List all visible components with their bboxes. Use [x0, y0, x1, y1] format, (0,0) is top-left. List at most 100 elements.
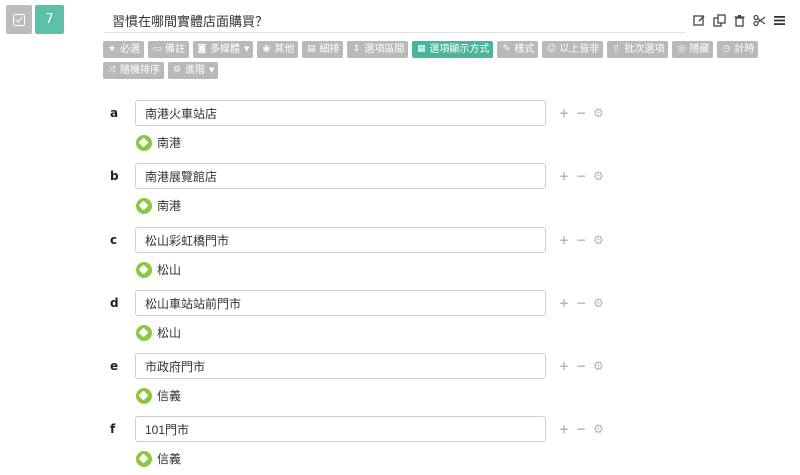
tag-icon — [136, 261, 152, 278]
display-mode-button[interactable]: ▦ 選項顯示方式 — [412, 41, 494, 58]
tag-icon — [136, 387, 152, 404]
question-number-badge: 7 — [35, 5, 64, 34]
menu-icon[interactable] — [773, 14, 786, 27]
option-tag[interactable]: 松山 — [136, 261, 181, 278]
remove-option-button[interactable]: − — [576, 233, 586, 247]
edit-icon[interactable] — [693, 14, 706, 27]
layout-button[interactable]: ▤ 細排 — [302, 41, 344, 58]
option-input[interactable] — [135, 290, 546, 316]
option-controls: + − ⚙ — [559, 296, 604, 310]
remove-option-button[interactable]: − — [576, 296, 586, 310]
option-tag-label: 信義 — [157, 452, 182, 466]
media-button[interactable]: ◙ 多媒體 ▼ — [193, 41, 254, 58]
option-tag-label: 信義 — [157, 389, 182, 403]
trash-icon[interactable] — [733, 14, 746, 27]
option-tag-label: 南港 — [157, 136, 182, 150]
option-tag[interactable]: 信義 — [136, 387, 181, 404]
question-title[interactable]: 習慣在哪間實體店面購買？ — [112, 11, 268, 30]
option-input[interactable] — [135, 416, 546, 442]
option-letter: a — [110, 106, 119, 120]
question-type-badge[interactable] — [6, 5, 32, 34]
add-option-button[interactable]: + — [559, 296, 569, 310]
list-box-icon: ▤ — [307, 44, 316, 54]
option-settings-gear-icon[interactable]: ⚙ — [593, 296, 604, 310]
option-input[interactable] — [135, 100, 546, 126]
option-row-a: a + − ⚙ 南港 — [0, 100, 800, 163]
option-row-f: f + − ⚙ 信義 — [0, 416, 800, 475]
style-button[interactable]: ✎ 樣式 — [497, 41, 539, 58]
brush-icon: ✎ — [502, 44, 511, 54]
hide-button[interactable]: ◎ 隱藏 — [672, 41, 714, 58]
eye-icon: ◎ — [677, 44, 686, 54]
option-row-e: e + − ⚙ 信義 — [0, 353, 800, 416]
option-tag-label: 松山 — [157, 263, 182, 277]
gear-icon: ⚙ — [172, 65, 182, 75]
caret-down-icon: ▼ — [244, 45, 250, 53]
option-input[interactable] — [135, 227, 546, 253]
option-input[interactable] — [135, 353, 546, 379]
option-settings-gear-icon[interactable]: ⚙ — [593, 106, 604, 120]
remove-option-button[interactable]: − — [576, 422, 586, 436]
checkbox-icon — [13, 13, 25, 26]
tag-icon — [136, 134, 152, 151]
grid-icon: ▦ — [417, 44, 426, 54]
option-letter: d — [110, 296, 119, 310]
shuffle-button[interactable]: ⤨ 隨機排序 — [103, 62, 164, 79]
option-letter: b — [110, 169, 119, 183]
option-tag[interactable]: 南港 — [136, 197, 181, 214]
option-settings-gear-icon[interactable]: ⚙ — [593, 422, 604, 436]
option-letter: e — [110, 359, 119, 373]
shuffle-icon: ⤨ — [108, 65, 116, 75]
add-option-button[interactable]: + — [559, 233, 569, 247]
smile-icon: ☺ — [546, 44, 557, 54]
timer-button[interactable]: ◷ 計時 — [717, 41, 759, 58]
option-row-c: c + − ⚙ 松山 — [0, 227, 800, 290]
note-button[interactable]: ▭ 備註 — [148, 41, 189, 58]
remove-option-button[interactable]: − — [576, 359, 586, 373]
option-controls: + − ⚙ — [559, 169, 604, 183]
remove-option-button[interactable]: − — [576, 106, 586, 120]
option-controls: + − ⚙ — [559, 106, 604, 120]
remove-option-button[interactable]: − — [576, 169, 586, 183]
tag-icon — [136, 450, 152, 467]
option-settings-gear-icon[interactable]: ⚙ — [593, 169, 604, 183]
caret-down-icon: ▼ — [209, 66, 215, 74]
clock-icon: ◷ — [722, 44, 731, 54]
range-button[interactable]: ↕ 選項區間 — [347, 41, 409, 58]
question-actions — [693, 14, 786, 27]
add-option-button[interactable]: + — [559, 422, 569, 436]
radio-icon: ◉ — [262, 44, 271, 54]
option-controls: + − ⚙ — [559, 359, 604, 373]
option-tag[interactable]: 信義 — [136, 450, 181, 467]
option-settings-gear-icon[interactable]: ⚙ — [593, 359, 604, 373]
question-toolbar: ★ 必選 ▭ 備註 ◙ 多媒體 ▼ ◉ 其他 ▤ 細排 ↕ 選項區間 ▦ 選項顯示方式 ✎ 樣式 … — [103, 41, 793, 79]
document-icon: ▯ — [613, 44, 619, 54]
add-option-button[interactable]: + — [559, 359, 569, 373]
title-divider — [104, 32, 686, 33]
tag-icon — [136, 324, 152, 341]
option-row-b: b + − ⚙ 南港 — [0, 163, 800, 226]
option-letter: c — [110, 233, 118, 247]
option-controls: + − ⚙ — [559, 422, 604, 436]
option-tag-label: 松山 — [157, 326, 182, 340]
copy-icon[interactable] — [713, 14, 726, 27]
add-option-button[interactable]: + — [559, 169, 569, 183]
tag-icon — [136, 197, 152, 214]
none-above-button[interactable]: ☺ 以上皆非 — [542, 41, 604, 58]
required-button[interactable]: ★ 必選 — [103, 41, 144, 58]
add-option-button[interactable]: + — [559, 106, 569, 120]
scissors-icon[interactable] — [753, 14, 766, 27]
camera-icon: ◙ — [197, 44, 207, 54]
option-input[interactable] — [135, 163, 546, 189]
option-tag[interactable]: 南港 — [136, 134, 181, 151]
batch-options-button[interactable]: ▯ 批次選項 — [607, 41, 669, 58]
sort-icon: ↕ — [352, 44, 361, 54]
other-button[interactable]: ◉ 其他 — [257, 41, 299, 58]
advanced-button[interactable]: ⚙ 進階 ▼ — [168, 62, 219, 79]
option-tag[interactable]: 松山 — [136, 324, 181, 341]
star-icon: ★ — [107, 44, 117, 54]
option-tag-label: 南港 — [157, 199, 182, 213]
option-settings-gear-icon[interactable]: ⚙ — [593, 233, 604, 247]
comment-icon: ▭ — [152, 44, 162, 54]
option-letter: f — [110, 422, 116, 436]
